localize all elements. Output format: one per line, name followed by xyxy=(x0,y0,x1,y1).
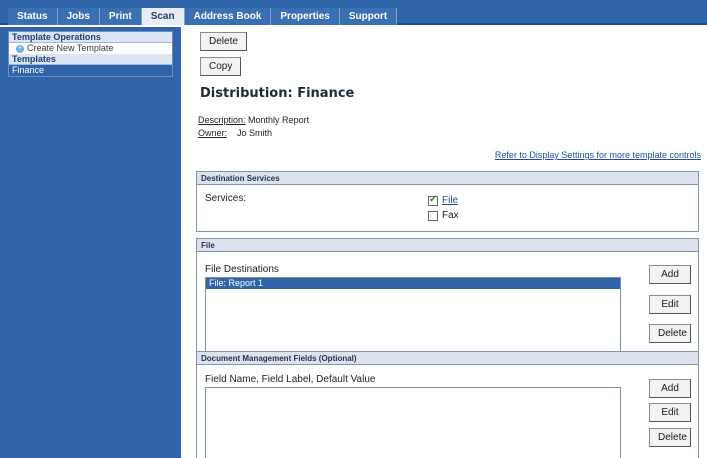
destination-services-header: Destination Services xyxy=(197,172,698,185)
file-section: File File Destinations File: Report 1 Ad… xyxy=(196,238,699,366)
dmf-section-header: Document Management Fields (Optional) xyxy=(197,352,698,365)
display-settings-link[interactable]: Refer to Display Settings for more templ… xyxy=(495,150,701,160)
edit-field-button[interactable]: Edit xyxy=(649,403,691,422)
main-content: Delete Copy Distribution: Finance Descri… xyxy=(189,27,707,458)
add-field-button[interactable]: Add xyxy=(649,379,691,398)
fax-service-label: Fax xyxy=(442,210,459,221)
create-new-template-label: Create New Template xyxy=(27,43,114,53)
fax-checkbox[interactable] xyxy=(428,210,438,221)
description-row: Description: Monthly Report xyxy=(198,115,309,125)
tab-address-book[interactable]: Address Book xyxy=(184,8,272,25)
service-file-option[interactable]: File xyxy=(428,194,458,206)
tab-support[interactable]: Support xyxy=(339,8,398,25)
file-destinations-list[interactable]: File: Report 1 xyxy=(205,277,621,359)
owner-value: Jo Smith xyxy=(237,128,273,138)
sidebar: Template Operations + Create New Templat… xyxy=(0,27,181,458)
file-service-link[interactable]: File xyxy=(442,195,458,206)
dmf-list-label: Field Name, Field Label, Default Value xyxy=(205,374,376,385)
tab-jobs[interactable]: Jobs xyxy=(57,8,100,25)
destination-services-section: Destination Services Services: File Fax xyxy=(196,171,699,232)
nav-tabs: Status Jobs Print Scan Address Book Prop… xyxy=(8,8,398,25)
description-label: Description: xyxy=(198,115,246,125)
template-item-finance[interactable]: Finance xyxy=(9,65,172,76)
description-value: Monthly Report xyxy=(248,115,310,125)
tab-status[interactable]: Status xyxy=(8,8,58,25)
dmf-list[interactable] xyxy=(205,387,621,458)
delete-field-button[interactable]: Delete xyxy=(649,428,691,447)
add-file-destination-button[interactable]: Add xyxy=(649,265,691,284)
create-new-template-link[interactable]: + Create New Template xyxy=(9,43,172,54)
tab-scan[interactable]: Scan xyxy=(141,8,185,25)
owner-label: Owner: xyxy=(198,128,228,138)
templates-header: Templates xyxy=(9,54,172,65)
file-destinations-label: File Destinations xyxy=(205,264,279,275)
owner-row: Owner: Jo Smith xyxy=(198,128,272,138)
page-title: Distribution: Finance xyxy=(200,86,355,101)
document-management-fields-section: Document Management Fields (Optional) Fi… xyxy=(196,351,699,458)
tab-print[interactable]: Print xyxy=(99,8,142,25)
tab-properties[interactable]: Properties xyxy=(271,8,340,25)
delete-template-button[interactable]: Delete xyxy=(200,32,247,51)
copy-template-button[interactable]: Copy xyxy=(200,57,242,76)
add-circle-icon: + xyxy=(16,44,24,53)
delete-file-destination-button[interactable]: Delete xyxy=(649,324,691,343)
service-fax-option[interactable]: Fax xyxy=(428,210,459,221)
top-navigation: Status Jobs Print Scan Address Book Prop… xyxy=(0,0,707,25)
template-panel: Template Operations + Create New Templat… xyxy=(8,31,173,77)
edit-file-destination-button[interactable]: Edit xyxy=(649,295,691,314)
services-label: Services: xyxy=(205,193,247,204)
template-operations-header: Template Operations xyxy=(9,32,172,43)
file-checkbox[interactable] xyxy=(428,194,438,206)
list-item[interactable]: File: Report 1 xyxy=(206,278,620,289)
file-section-header: File xyxy=(197,239,698,252)
